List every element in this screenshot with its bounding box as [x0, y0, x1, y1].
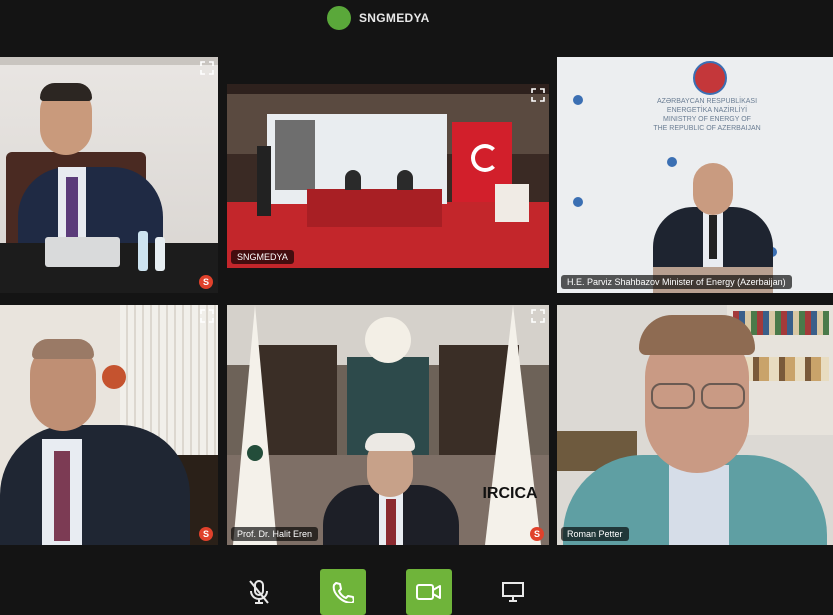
ministry-line-1: AZƏRBAYCAN RESPUBLİKASI: [656, 98, 758, 105]
flag-text: IRCICA: [482, 485, 538, 502]
participant-name-tag: H.E. Parviz Shahbazov Minister of Energy…: [561, 275, 792, 289]
ministry-caption: AZƏRBAYCAN RESPUBLİKASI ENERGETİKA NAZİR…: [617, 97, 797, 153]
ministry-line-3: MINISTRY OF ENERGY OF: [663, 116, 751, 123]
participant-name-tag: SNGMEDYA: [231, 250, 294, 264]
meeting-controls: [0, 555, 833, 615]
host-avatar: [327, 6, 351, 30]
screen-share-icon: [502, 582, 524, 602]
video-tile-1[interactable]: S: [0, 57, 218, 293]
host-name: SNGMEDYA: [359, 11, 430, 25]
video-tile-5[interactable]: IRCICA Prof. Dr. Halit Eren S: [227, 305, 549, 545]
video-tile-2[interactable]: SNGMEDYA: [227, 84, 549, 268]
expand-icon[interactable]: [200, 309, 214, 323]
expand-icon[interactable]: [531, 88, 545, 102]
phone-icon: [332, 582, 354, 603]
video-tile-3[interactable]: AZƏRBAYCAN RESPUBLİKASI ENERGETİKA NAZİR…: [557, 57, 833, 293]
expand-icon[interactable]: [531, 309, 545, 323]
mic-muted-icon: [249, 580, 269, 604]
mic-toggle-button[interactable]: [236, 569, 282, 615]
screen-share-button[interactable]: [490, 569, 536, 615]
ministry-line-2: ENERGETİKA NAZİRLİYİ: [666, 107, 748, 114]
host-indicator: SNGMEDYA: [327, 6, 430, 30]
video-camera-icon: [416, 584, 441, 600]
video-tile-6[interactable]: Roman Petter: [557, 305, 833, 545]
video-tile-4[interactable]: S: [0, 305, 218, 545]
mute-badge-icon: S: [530, 527, 544, 541]
mute-badge-icon: S: [199, 527, 213, 541]
top-bar: SNGMEDYA: [0, 0, 833, 48]
video-toggle-button[interactable]: [406, 569, 452, 615]
participant-name-tag: Prof. Dr. Halit Eren: [231, 527, 319, 541]
expand-icon[interactable]: [200, 61, 214, 75]
ministry-line-4: THE REPUBLIC OF AZERBAIJAN: [653, 125, 761, 132]
participant-name-tag: Roman Petter: [561, 527, 629, 541]
mute-badge-icon: S: [199, 275, 213, 289]
end-call-button[interactable]: [320, 569, 366, 615]
